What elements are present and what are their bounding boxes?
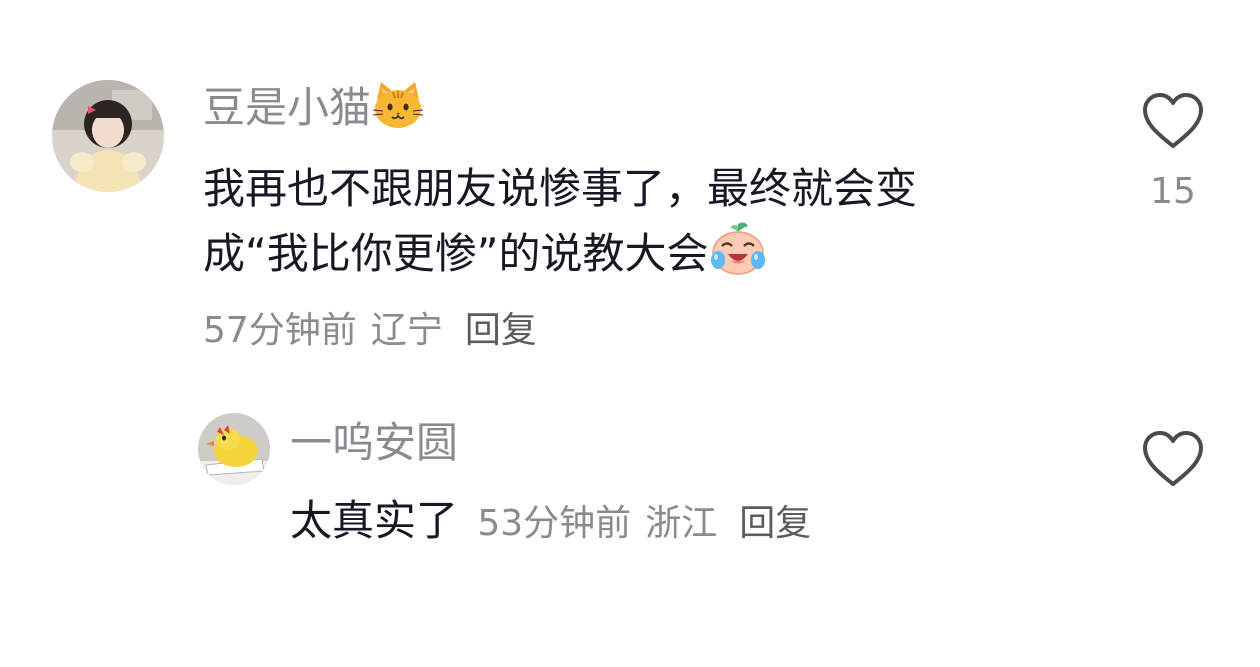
like-button[interactable]: 15 (1138, 92, 1208, 214)
comment-line-1: 我再也不跟朋友说惨事了，最终就会变 (203, 164, 918, 213)
comment-line-2: 成“我比你更惨”的说教大会 (203, 220, 1103, 285)
avatar-image (198, 413, 270, 485)
like-count: 15 (1150, 171, 1196, 212)
reply-button[interactable]: 回复 (465, 310, 537, 351)
reply-time: 53分钟前 (477, 503, 632, 544)
comment-line-2-text: 成“我比你更惨”的说教大会 (203, 229, 709, 278)
avatar-image (52, 80, 164, 192)
commenter-avatar[interactable] (52, 80, 164, 192)
heart-outline-icon (1143, 93, 1203, 148)
comment-content: 我再也不跟朋友说惨事了，最终就会变 成“我比你更惨”的说教大会 (203, 158, 1103, 285)
reply-location: 浙江 (645, 503, 718, 544)
comment-item: 豆是小猫 我再也不跟朋友说惨事了，最终就会变 成“我比你更惨”的说教大会 57分… (0, 0, 1260, 380)
reply-meta: 53分钟前 浙江 回复 (477, 503, 825, 544)
reply-item: 一呜安圆 太真实了 53分钟前 浙江 回复 (0, 400, 1260, 580)
heart-outline-icon (1143, 431, 1203, 486)
username-text: 豆是小猫 (203, 83, 372, 132)
cat-face-icon (371, 80, 425, 130)
replier-username[interactable]: 一呜安圆 (290, 417, 458, 469)
reply-button[interactable]: 回复 (739, 503, 811, 544)
comment-meta: 57分钟前 辽宁 回复 (203, 308, 551, 354)
like-button[interactable] (1138, 430, 1208, 488)
reply-text: 太真实了 (290, 496, 459, 545)
crying-laughing-emoji-icon (709, 220, 767, 276)
replier-avatar[interactable] (198, 413, 270, 485)
comment-location: 辽宁 (370, 310, 443, 351)
reply-content: 太真实了 53分钟前 浙江 回复 (290, 490, 825, 552)
comment-time: 57分钟前 (203, 310, 357, 351)
commenter-username[interactable]: 豆是小猫 (203, 80, 425, 134)
